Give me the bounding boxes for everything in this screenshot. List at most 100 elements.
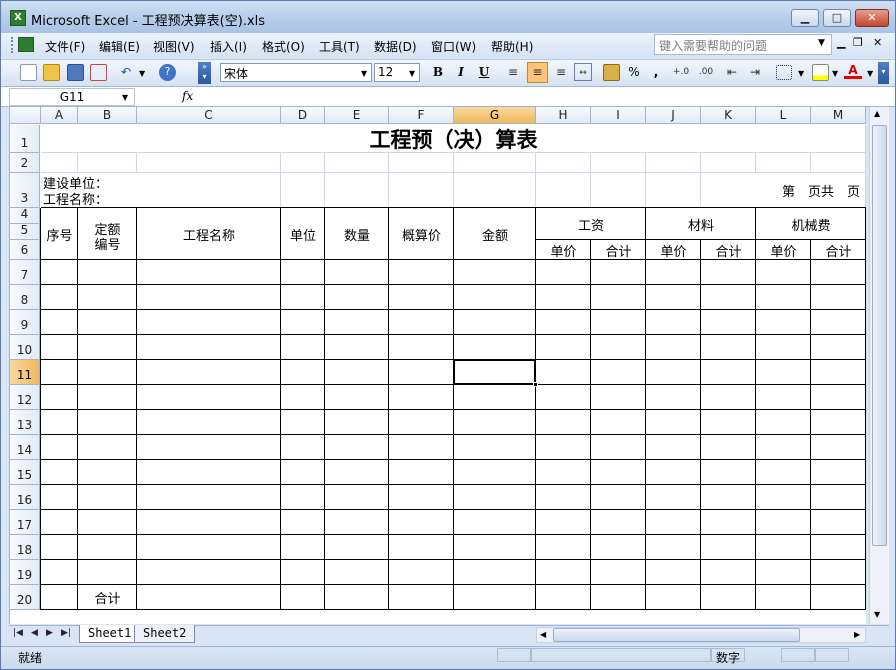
row-header-13[interactable]: 13	[10, 410, 40, 435]
column-header-g[interactable]: G	[454, 107, 536, 124]
column-header-l[interactable]: L	[756, 107, 811, 124]
column-header-f[interactable]: F	[389, 107, 454, 124]
tab-sheet2[interactable]: Sheet2	[134, 625, 196, 643]
permission-icon[interactable]	[90, 64, 107, 81]
column-header-i[interactable]: I	[591, 107, 646, 124]
increase-decimal-icon[interactable]: +.0	[671, 63, 691, 81]
open-icon[interactable]	[43, 64, 60, 81]
column-header-m[interactable]: M	[811, 107, 866, 124]
menu-tools[interactable]: 工具(T)	[319, 38, 360, 55]
row-header-4[interactable]: 4	[10, 207, 40, 224]
doc-close-button[interactable]: ✕	[873, 36, 882, 49]
align-center-icon[interactable]: ≡	[527, 62, 548, 83]
decrease-decimal-icon[interactable]: .00	[696, 63, 716, 81]
save-icon[interactable]	[67, 64, 84, 81]
menu-window[interactable]: 窗口(W)	[431, 38, 476, 55]
row-header-18[interactable]: 18	[10, 535, 40, 560]
scroll-left-icon[interactable]: ◀	[540, 630, 546, 639]
italic-button[interactable]: I	[453, 63, 469, 81]
toolbar-options-icon[interactable]: » ▾	[198, 62, 211, 84]
row-header-15[interactable]: 15	[10, 460, 40, 485]
scroll-up-icon[interactable]: ▲	[874, 109, 880, 118]
fill-handle[interactable]	[533, 382, 538, 387]
menu-insert[interactable]: 插入(I)	[210, 38, 247, 55]
font-color-dropdown-icon[interactable]: ▼	[867, 69, 873, 78]
align-left-icon[interactable]: ≡	[504, 63, 522, 81]
menu-file[interactable]: 文件(F)	[45, 38, 85, 55]
maximize-button[interactable]: □	[823, 9, 851, 27]
bold-button[interactable]: B	[430, 63, 446, 81]
next-sheet-icon[interactable]: ▶	[46, 628, 53, 638]
borders-dropdown-icon[interactable]: ▼	[798, 69, 804, 78]
tab-sheet1[interactable]: Sheet1	[79, 625, 141, 643]
increase-indent-icon[interactable]: ⇥	[746, 63, 764, 81]
row-header-12[interactable]: 12	[10, 385, 40, 410]
menu-view[interactable]: 视图(V)	[153, 38, 195, 55]
last-sheet-icon[interactable]: ▶|	[61, 628, 71, 638]
row-header-19[interactable]: 19	[10, 560, 40, 585]
workbook-icon[interactable]	[18, 37, 34, 52]
font-dropdown-icon[interactable]: ▼	[361, 69, 367, 78]
help-dropdown-icon[interactable]: ▼	[818, 38, 825, 48]
prev-sheet-icon[interactable]: ◀	[31, 628, 38, 638]
namebox-dropdown-icon[interactable]: ▼	[122, 93, 128, 102]
excel-icon[interactable]: X	[10, 10, 26, 26]
formula-input[interactable]	[199, 88, 889, 106]
row-header-8[interactable]: 8	[10, 285, 40, 310]
worksheet-grid[interactable]: A B C D E F G H I J K L M 1 2 3 4 5 6 7 8 9 10 11 12 13 14 15 16 17 18…	[9, 107, 866, 624]
column-header-j[interactable]: J	[646, 107, 701, 124]
align-right-icon[interactable]: ≡	[552, 63, 570, 81]
scroll-down-icon[interactable]: ▼	[874, 610, 880, 619]
comma-button[interactable]: ,	[649, 63, 663, 81]
row-header-17[interactable]: 17	[10, 510, 40, 535]
decrease-indent-icon[interactable]: ⇤	[723, 63, 741, 81]
row-header-14[interactable]: 14	[10, 435, 40, 460]
selected-cell[interactable]	[453, 359, 536, 385]
vertical-scroll-thumb[interactable]	[872, 125, 887, 546]
column-header-e[interactable]: E	[325, 107, 389, 124]
font-name-select[interactable]: 宋体	[220, 63, 372, 82]
doc-restore-button[interactable]: ❐	[853, 36, 863, 49]
fx-icon[interactable]: fx	[182, 89, 193, 103]
row-header-3[interactable]: 3	[10, 173, 40, 208]
close-button[interactable]: ✕	[855, 9, 889, 27]
row-header-10[interactable]: 10	[10, 335, 40, 360]
row-header-6[interactable]: 6	[10, 240, 40, 260]
menu-format[interactable]: 格式(O)	[262, 38, 305, 55]
menu-help[interactable]: 帮助(H)	[491, 38, 533, 55]
column-header-h[interactable]: H	[536, 107, 591, 124]
percent-button[interactable]: %	[626, 63, 642, 81]
row-header-1[interactable]: 1	[10, 125, 40, 153]
font-color-icon[interactable]: A	[844, 61, 862, 79]
name-box[interactable]: G11	[9, 88, 135, 106]
undo-icon[interactable]: ↶	[118, 63, 134, 81]
column-header-b[interactable]: B	[78, 107, 137, 124]
doc-minimize-button[interactable]: ▁	[837, 36, 845, 49]
horizontal-scroll-thumb[interactable]	[553, 628, 800, 642]
toolbar-options-icon-2[interactable]: ▾	[878, 62, 889, 84]
menu-data[interactable]: 数据(D)	[374, 38, 417, 55]
undo-dropdown-icon[interactable]: ▼	[139, 69, 145, 78]
row-header-11[interactable]: 11	[10, 360, 40, 385]
row-header-16[interactable]: 16	[10, 485, 40, 510]
select-all-corner[interactable]	[10, 107, 41, 124]
row-header-20[interactable]: 20	[10, 585, 40, 610]
column-header-a[interactable]: A	[41, 107, 78, 124]
menu-edit[interactable]: 编辑(E)	[99, 38, 140, 55]
row-header-7[interactable]: 7	[10, 260, 40, 285]
currency-icon[interactable]	[603, 64, 620, 81]
fill-color-icon[interactable]	[812, 64, 829, 81]
merge-center-icon[interactable]: ↔	[574, 63, 592, 81]
column-header-d[interactable]: D	[281, 107, 325, 124]
minimize-button[interactable]: ▁	[791, 9, 819, 27]
menu-grip[interactable]	[11, 37, 14, 53]
column-header-c[interactable]: C	[137, 107, 281, 124]
size-dropdown-icon[interactable]: ▼	[409, 69, 415, 78]
borders-icon[interactable]	[776, 65, 792, 80]
column-header-k[interactable]: K	[701, 107, 756, 124]
scroll-right-icon[interactable]: ▶	[854, 630, 860, 639]
row-header-2[interactable]: 2	[10, 153, 40, 173]
row-header-5[interactable]: 5	[10, 223, 40, 240]
help-search-input[interactable]: 键入需要帮助的问题	[654, 34, 832, 55]
row-header-9[interactable]: 9	[10, 310, 40, 335]
